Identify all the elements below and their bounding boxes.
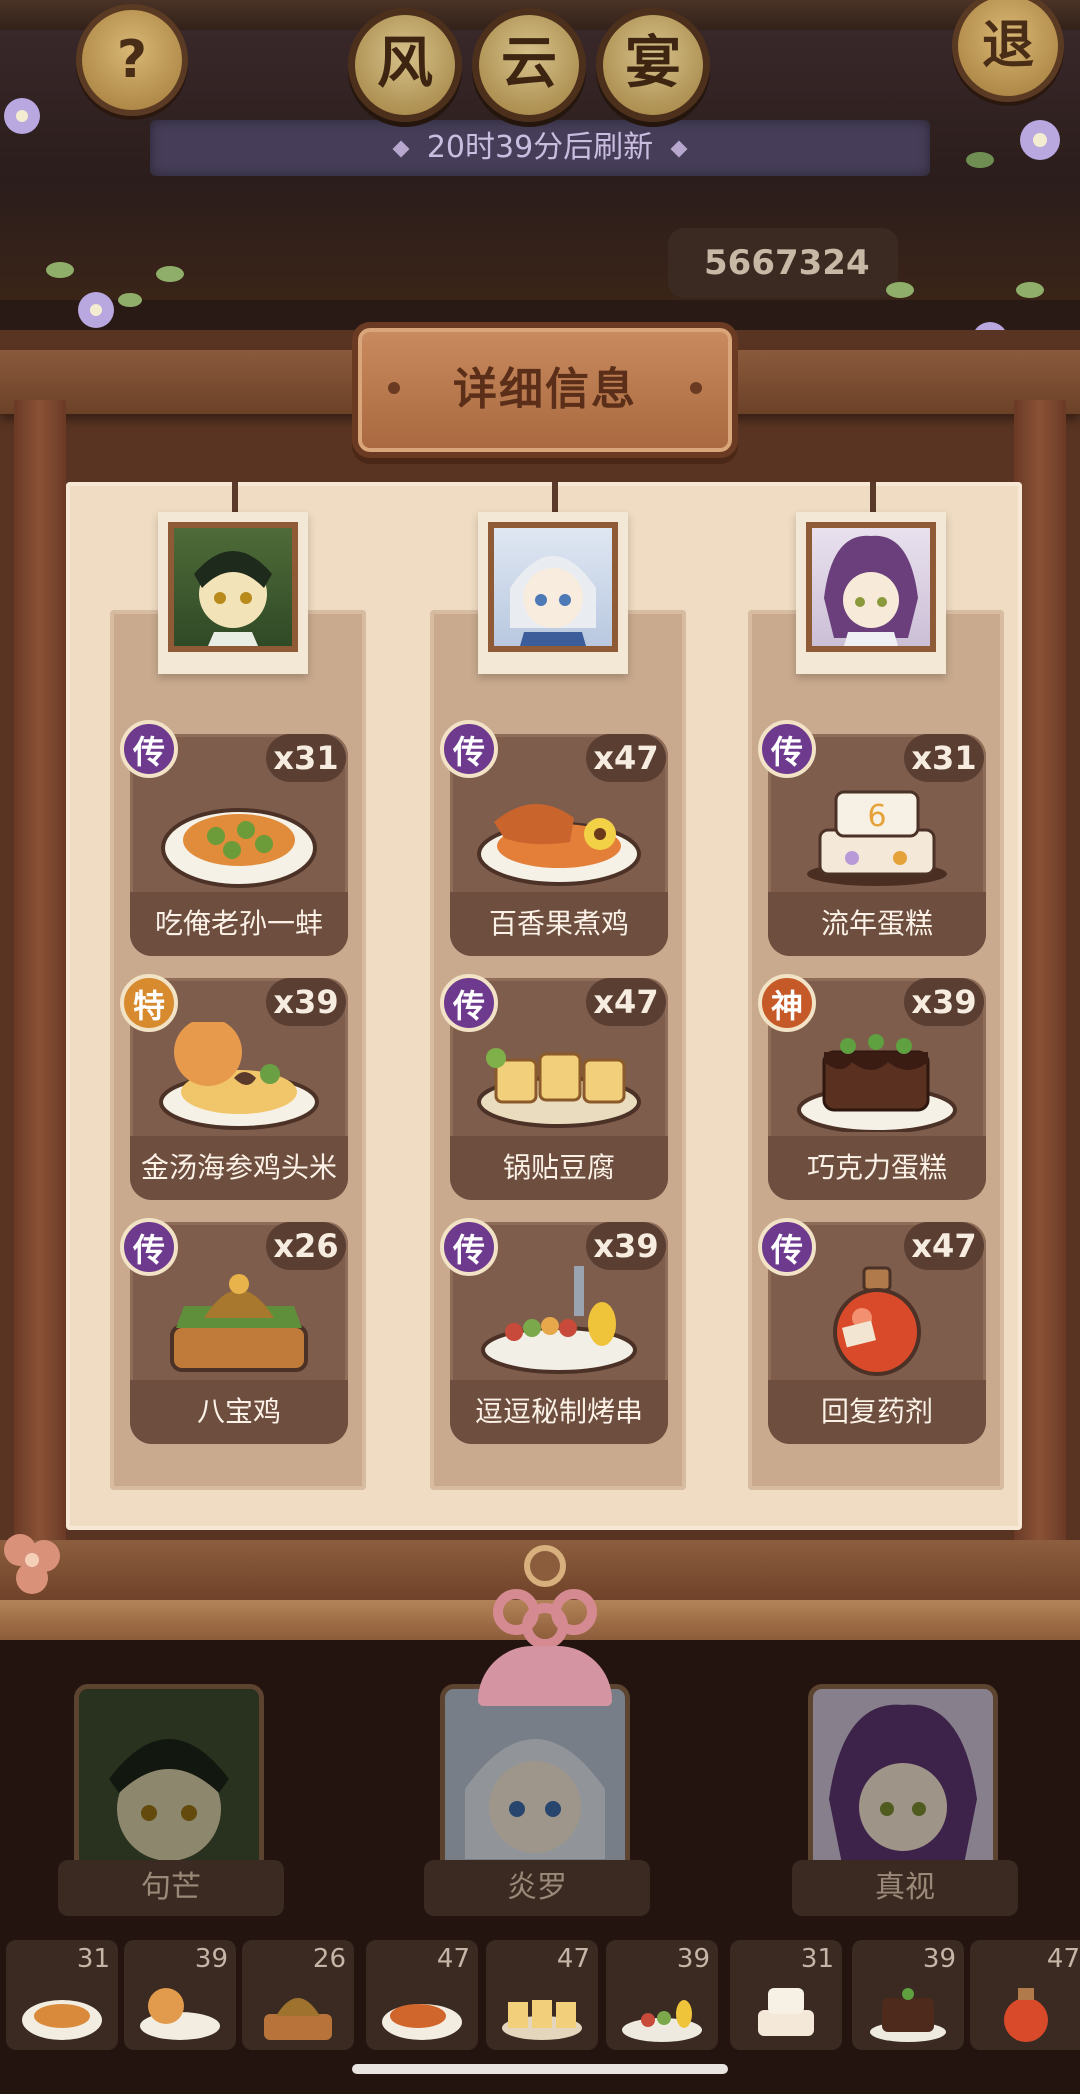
food-slot[interactable]: 31 [6,1940,118,2050]
character-name: 真视 [792,1860,1018,1916]
character-card-3[interactable] [808,1684,998,1884]
dish-quantity: x47 [904,1222,984,1270]
character-name: 炎罗 [424,1860,650,1916]
food-slot[interactable]: 39 [852,1940,964,2050]
character-card-2[interactable] [440,1684,630,1884]
dish-passionfruit-chicken-icon [477,803,641,886]
flower-bottom-left-icon [4,1534,60,1594]
dish-quantity: x39 [266,978,346,1026]
title-char-feng: 风 [348,8,462,122]
exit-label: 退 [981,16,1034,76]
rarity-badge: 传 [440,1218,498,1276]
food-thumb-icon [622,2000,702,2042]
food-slot-count: 39 [922,1944,956,1974]
character-card-1[interactable] [74,1684,264,1884]
character-name: 句芒 [58,1860,284,1916]
food-thumb-icon [140,1988,220,2040]
dish-name: 金汤海参鸡头米 [140,1151,337,1184]
dish-fleeting-years-cake-icon: 6 [807,790,947,886]
rarity-badge: 传 [440,974,498,1032]
food-slot[interactable]: 39 [606,1940,718,2050]
help-icon: ? [116,30,148,90]
dish-skewers-icon [481,1266,637,1374]
food-slot-count: 47 [436,1944,470,1974]
food-slot-count: 47 [556,1944,590,1974]
dish-quantity: x31 [266,734,346,782]
svg-text:6: 6 [867,799,886,834]
hang-string [232,482,238,512]
dish-quantity: x31 [904,734,984,782]
food-thumb-icon [382,2004,462,2040]
portrait-card-3[interactable] [796,512,946,674]
food-thumb-icon [502,2000,582,2040]
refresh-timer-text: 20时39分后刷新 [426,130,654,165]
dish-chocolate-cake-icon [797,1034,957,1132]
dish-name: 流年蛋糕 [820,907,933,940]
dish-recovery-potion-icon [833,1266,921,1376]
refresh-timer: 20时39分后刷新 [150,120,930,176]
knot-ring-icon [524,1545,566,1587]
chinese-knot-icon [493,1589,597,1649]
portrait-card-2[interactable] [478,512,628,674]
dish-pan-fried-tofu-icon [477,1048,641,1128]
food-slot-count: 39 [676,1944,710,1974]
dish-name: 吃俺老孙一蚌 [154,907,323,940]
dish-quantity: x39 [586,1222,666,1270]
dish-name: 锅贴豆腐 [502,1151,615,1184]
food-slot-count: 39 [194,1944,228,1974]
food-thumb-icon [758,1988,814,2036]
title-char-yan: 宴 [596,8,710,122]
dish-name: 巧克力蛋糕 [806,1151,947,1184]
rarity-badge: 传 [120,720,178,778]
food-thumb-icon [870,1988,946,2042]
dish-quantity: x47 [586,978,666,1026]
portrait-card-1[interactable] [158,512,308,674]
title-char-yun: 云 [472,8,586,122]
rarity-badge: 传 [120,1218,178,1276]
diamond-ornament-icon [392,140,410,157]
dish-name: 回复药剂 [820,1395,933,1428]
dish-quantity: x26 [266,1222,346,1270]
detail-title: 详细信息 [453,364,637,415]
food-slot-count: 31 [800,1944,834,1974]
hang-string [552,482,558,512]
dish-eight-treasure-chicken-icon [170,1274,308,1372]
dish-name: 八宝鸡 [196,1395,281,1428]
food-slot[interactable]: 47 [486,1940,598,2050]
food-slot[interactable]: 39 [124,1940,236,2050]
food-slot-count: 26 [312,1944,346,1974]
hang-string [870,482,876,512]
food-slot[interactable]: 31 [730,1940,842,2050]
character-portrait-icon [510,556,596,646]
character-portrait-icon [824,535,918,646]
dish-name: 百香果煮鸡 [488,907,629,940]
food-slot[interactable]: 47 [366,1940,478,2050]
flower-corner-icon [966,120,1060,168]
food-slot-count: 31 [76,1944,110,1974]
frame-post-left [14,400,66,1600]
dish-name: 逗逗秘制烤串 [474,1395,643,1428]
rarity-badge: 传 [440,720,498,778]
home-indicator[interactable] [352,2064,728,2074]
dish-quantity: x39 [904,978,984,1026]
dish-clam-icon [161,808,317,888]
food-slot[interactable]: 26 [242,1940,354,2050]
rarity-badge: 神 [758,974,816,1032]
food-thumb-icon [22,2000,102,2040]
food-slot[interactable]: 47 [970,1940,1080,2050]
rarity-badge: 特 [120,974,178,1032]
dish-quantity: x47 [586,734,666,782]
food-thumb-icon [1004,1988,1048,2042]
dish-sea-cucumber-soup-icon [159,1022,319,1130]
rarity-badge: 传 [758,1218,816,1276]
flower-top-left-icon [4,98,40,134]
diamond-ornament-icon [670,140,688,157]
help-button[interactable]: ? [76,4,188,116]
food-slot-count: 47 [1046,1944,1080,1974]
rarity-badge: 传 [758,720,816,778]
character-portrait-icon [194,551,272,646]
food-thumb-icon [264,1998,332,2040]
